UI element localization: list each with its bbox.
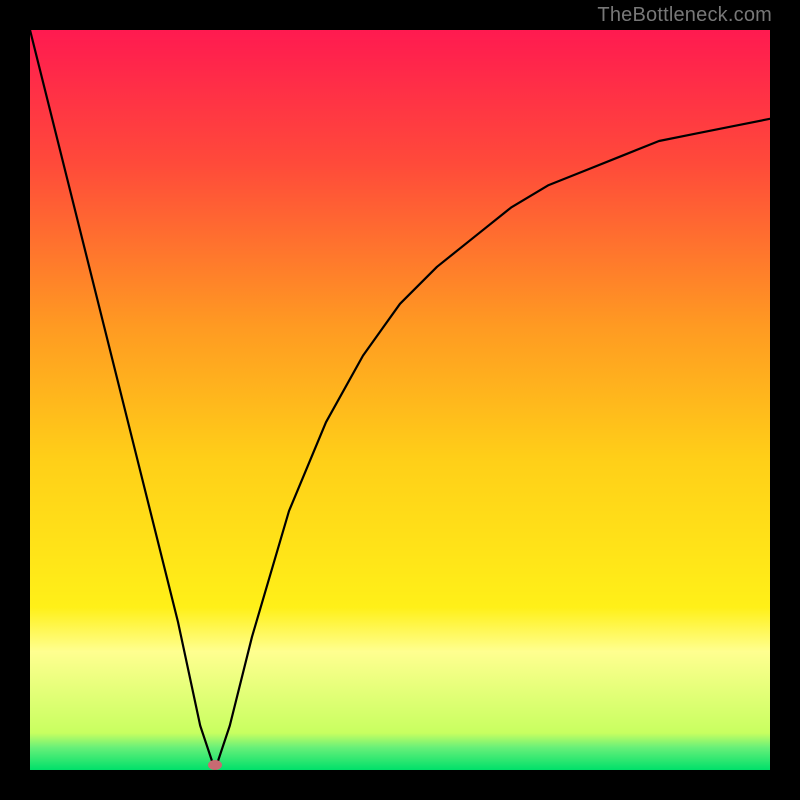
bottleneck-curve bbox=[30, 30, 770, 770]
curve-layer bbox=[30, 30, 770, 770]
plot-area bbox=[30, 30, 770, 770]
watermark-text: TheBottleneck.com bbox=[597, 4, 772, 27]
min-marker bbox=[208, 760, 222, 770]
chart-frame: TheBottleneck.com bbox=[0, 0, 800, 800]
